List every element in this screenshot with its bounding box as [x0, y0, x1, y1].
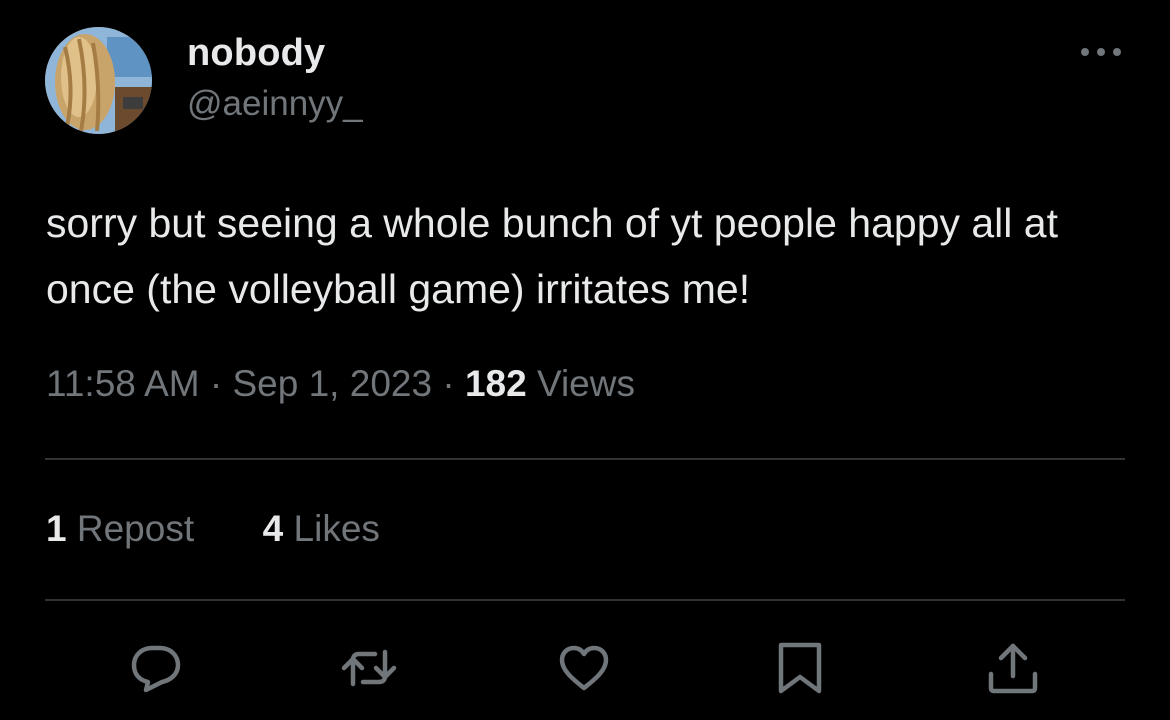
views-label: Views — [536, 363, 635, 404]
more-horizontal-icon — [1081, 48, 1121, 56]
more-options-button[interactable] — [1076, 40, 1126, 64]
bookmark-button[interactable] — [772, 640, 828, 696]
repost-button[interactable] — [341, 640, 397, 696]
likes-label: Likes — [293, 508, 380, 549]
reposts-count: 1 — [46, 508, 67, 549]
like-icon — [559, 645, 609, 691]
like-button[interactable] — [556, 640, 612, 696]
meta-separator: · — [209, 363, 223, 404]
tweet-meta: 11:58 AM · Sep 1, 2023 · 182 Views — [46, 363, 635, 405]
divider — [45, 458, 1125, 460]
avatar-image — [45, 27, 152, 134]
share-button[interactable] — [985, 640, 1041, 696]
views-count: 182 — [464, 363, 527, 404]
reply-button[interactable] — [128, 640, 184, 696]
divider — [45, 599, 1125, 601]
bookmark-icon — [778, 642, 822, 694]
reposts-stat[interactable]: 1 Repost — [46, 508, 204, 549]
tweet-time[interactable]: 11:58 AM — [46, 363, 200, 404]
share-icon — [988, 643, 1038, 694]
display-name[interactable]: nobody — [187, 32, 325, 75]
reposts-label: Repost — [76, 508, 195, 549]
meta-separator: · — [442, 363, 455, 404]
repost-icon — [341, 649, 397, 687]
tweet-text: sorry but seeing a whole bunch of yt peo… — [46, 200, 1058, 312]
tweet-stats: 1 Repost 4 Likes — [46, 508, 380, 550]
likes-stat[interactable]: 4 Likes — [263, 508, 380, 549]
likes-count: 4 — [262, 508, 284, 549]
reply-icon — [131, 645, 181, 693]
avatar[interactable] — [45, 27, 152, 134]
tweet-date[interactable]: Sep 1, 2023 — [232, 363, 432, 404]
user-handle[interactable]: @aeinnyy_ — [187, 84, 363, 124]
